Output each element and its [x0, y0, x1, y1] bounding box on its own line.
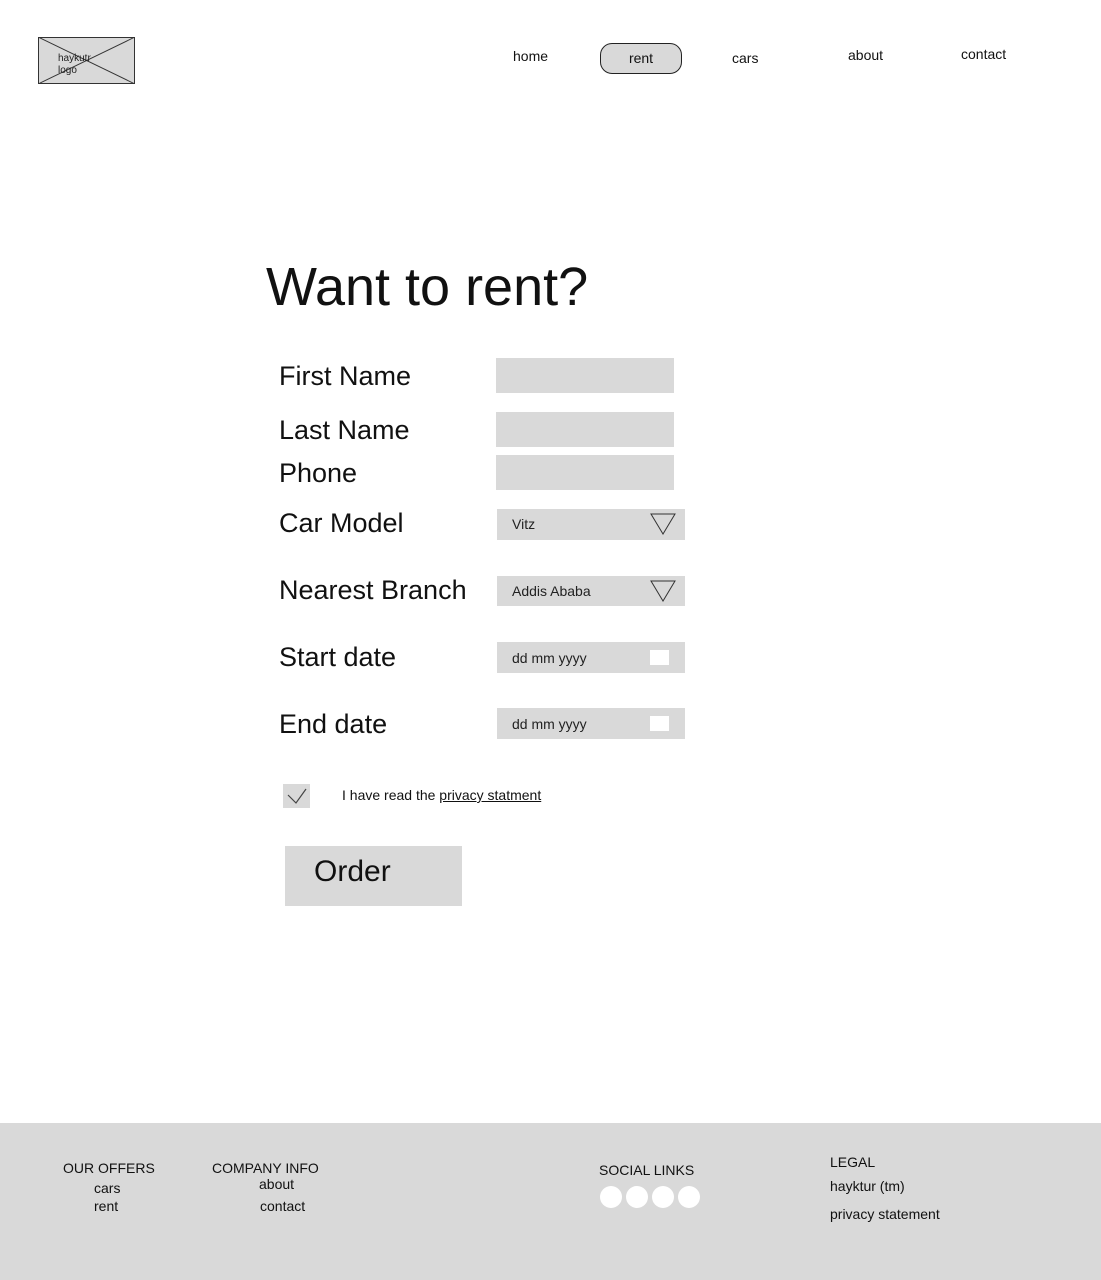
nav-home[interactable]: home	[513, 48, 548, 64]
nav-contact[interactable]: contact	[961, 46, 1006, 62]
last-name-label: Last Name	[279, 415, 410, 445]
end-date-label: End date	[279, 709, 388, 739]
social-icon-1[interactable]	[600, 1186, 622, 1208]
phone-field[interactable]	[496, 455, 674, 490]
car-model-label: Car Model	[279, 508, 404, 538]
calendar-icon[interactable]	[650, 650, 669, 665]
privacy-consent: I have read the privacy statment	[342, 787, 541, 804]
footer-link-rent[interactable]: rent	[94, 1198, 118, 1214]
nearest-branch-label: Nearest Branch	[279, 575, 467, 605]
calendar-icon[interactable]	[650, 716, 669, 731]
footer-company-info-heading: COMPANY INFO	[212, 1160, 319, 1176]
phone-label: Phone	[279, 458, 358, 488]
footer-link-cars[interactable]: cars	[94, 1180, 120, 1196]
car-model-select[interactable]: Vitz	[497, 509, 685, 540]
end-date-input[interactable]: dd mm yyyy	[497, 708, 685, 739]
footer	[0, 1123, 1101, 1280]
consent-text: I have read the	[342, 787, 436, 803]
privacy-checkbox[interactable]	[283, 784, 310, 808]
footer-link-privacy-statement[interactable]: privacy statement	[830, 1206, 940, 1222]
footer-legal-heading: LEGAL	[830, 1154, 876, 1170]
chevron-down-icon	[650, 513, 676, 535]
social-icon-2[interactable]	[626, 1186, 648, 1208]
first-name-field[interactable]	[496, 358, 674, 393]
nav-about[interactable]: about	[848, 47, 883, 63]
social-icon-3[interactable]	[652, 1186, 674, 1208]
footer-link-trademark[interactable]: hayktur (tm)	[830, 1178, 905, 1194]
nav-rent[interactable]: rent	[600, 43, 682, 74]
footer-link-about[interactable]: about	[259, 1176, 294, 1192]
footer-link-contact[interactable]: contact	[260, 1198, 305, 1214]
footer-our-offers-heading: OUR OFFERS	[63, 1160, 155, 1176]
order-button[interactable]: Order	[285, 846, 462, 906]
last-name-field[interactable]	[496, 412, 674, 447]
logo-text: haykutr logo	[58, 53, 91, 76]
social-icon-4[interactable]	[678, 1186, 700, 1208]
first-name-label: First Name	[279, 361, 412, 391]
logo[interactable]: haykutr logo	[38, 37, 135, 84]
start-date-placeholder: dd mm yyyy	[512, 650, 587, 666]
car-model-value: Vitz	[512, 516, 536, 532]
nearest-branch-value: Addis Ababa	[512, 583, 591, 599]
page-title: Want to rent?	[266, 257, 589, 317]
checkmark-icon	[287, 788, 307, 804]
start-date-label: Start date	[279, 642, 397, 672]
nearest-branch-select[interactable]: Addis Ababa	[497, 576, 685, 606]
footer-social-links-heading: SOCIAL LINKS	[599, 1162, 695, 1178]
start-date-input[interactable]: dd mm yyyy	[497, 642, 685, 673]
privacy-statement-link[interactable]: privacy statment	[439, 787, 541, 803]
end-date-placeholder: dd mm yyyy	[512, 716, 587, 732]
chevron-down-icon	[650, 580, 676, 602]
nav-cars[interactable]: cars	[732, 50, 758, 66]
order-button-label: Order	[314, 855, 391, 888]
